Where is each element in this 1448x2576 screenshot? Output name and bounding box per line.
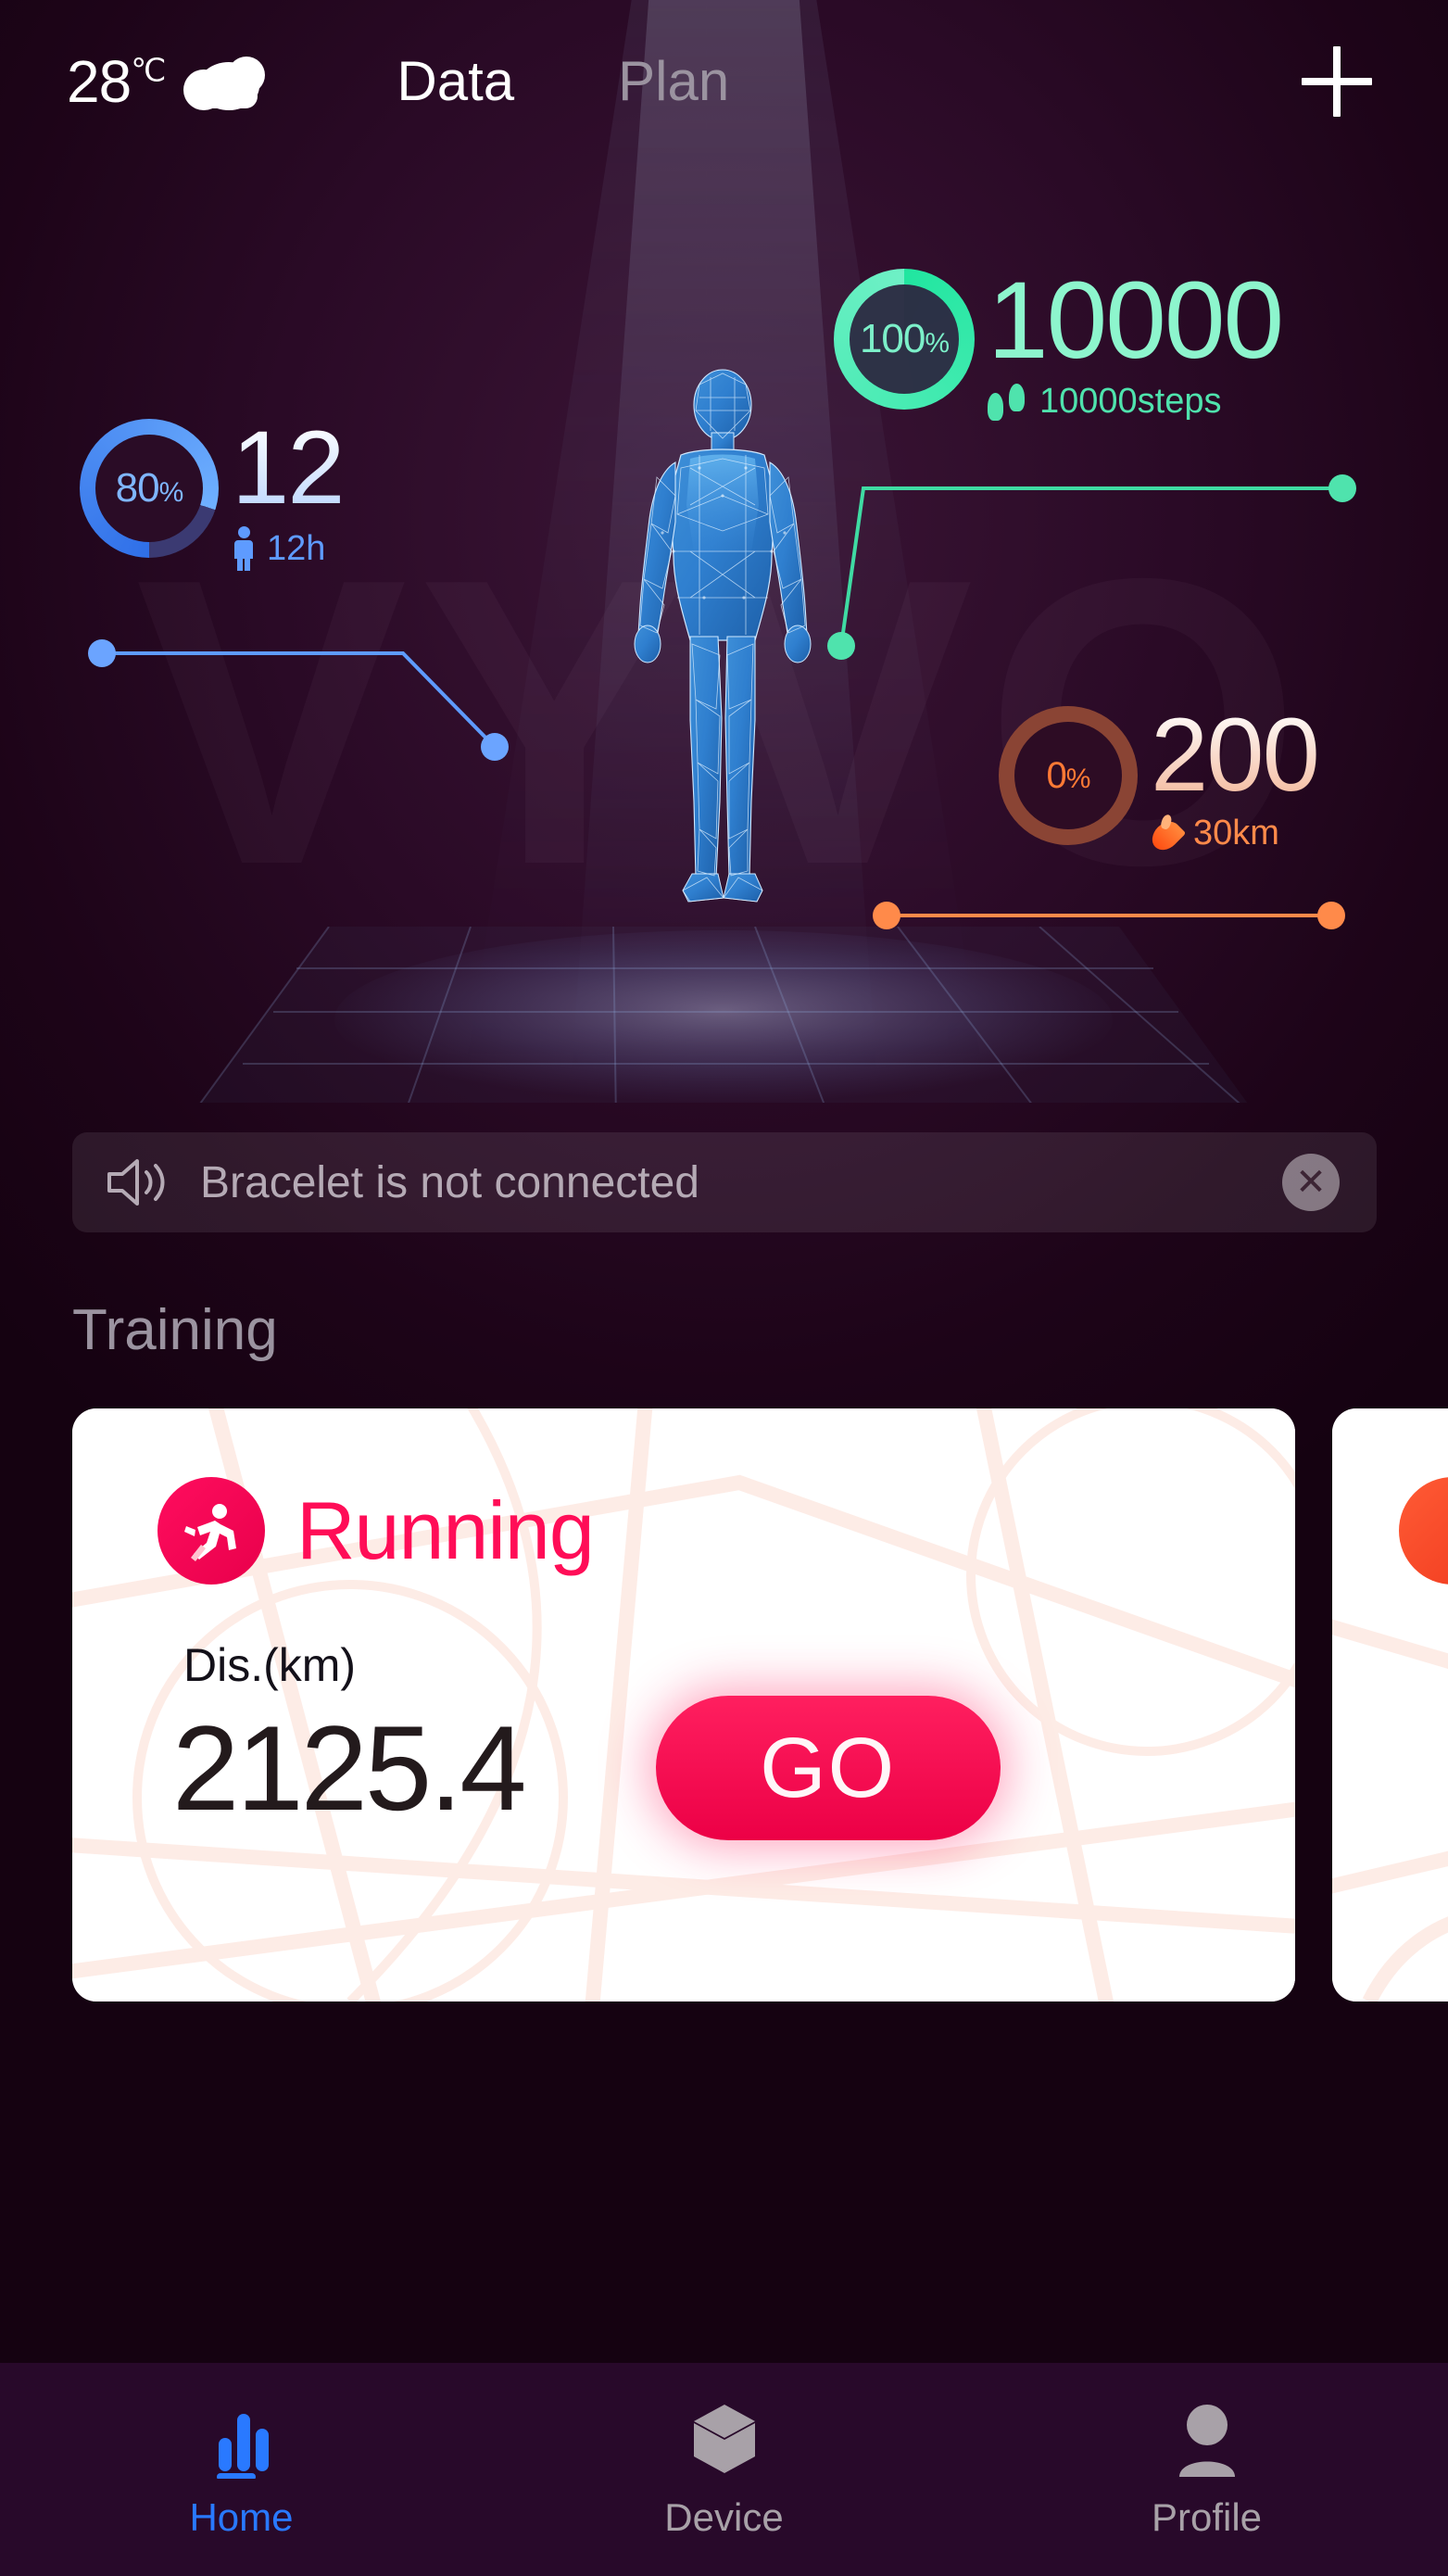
metric-sub-steps: 10000steps (988, 382, 1282, 422)
temperature-value: 28 (67, 47, 132, 115)
progress-ring-steps: 100% (834, 269, 975, 410)
nav-label-device: Device (664, 2495, 784, 2539)
go-button[interactable]: GO (655, 1696, 1001, 1840)
body-model-figure (634, 369, 812, 903)
top-bar: 28℃ Data Plan (0, 0, 1448, 162)
notification-banner: Bracelet is not connected ✕ (72, 1132, 1377, 1232)
metric-value-hours: 12 (232, 410, 346, 525)
nav-item-profile[interactable]: Profile (965, 2399, 1448, 2540)
training-cards: Running Dis.(km) 2125.4 GO (0, 1408, 1448, 2020)
speaker-icon (107, 1159, 165, 1206)
running-stat-row: 2125.4 GO (172, 1696, 1295, 1840)
top-tabs: Data Plan (397, 49, 729, 113)
metric-sub-hours: 12h (232, 526, 344, 572)
metric-values-steps: 10000 10000steps (988, 259, 1284, 422)
ring-percent-calories: 0% (1046, 754, 1091, 796)
running-icon (157, 1477, 265, 1585)
progress-ring-calories: 0% (999, 706, 1138, 845)
tab-plan[interactable]: Plan (618, 49, 729, 113)
bottom-navigation: Home Device Profile (0, 2363, 1448, 2576)
metric-value-calories: 200 (1151, 697, 1320, 813)
footprints-icon (988, 383, 1028, 421)
metric-sub-label-steps: 10000steps (1039, 382, 1222, 422)
weather-widget[interactable]: 28℃ (67, 47, 276, 116)
metric-calories[interactable]: 0% 200 30km (999, 697, 1320, 856)
metric-sub-label-calories: 30km (1193, 814, 1279, 853)
running-card-header: Running (157, 1408, 1295, 1585)
nav-label-profile: Profile (1151, 2495, 1263, 2539)
progress-ring-hours: 80% (80, 419, 219, 558)
running-stat-label: Dis.(km) (183, 1639, 357, 1691)
person-icon (1167, 2399, 1247, 2479)
metric-sub-label-hours: 12h (267, 528, 326, 568)
add-button[interactable] (1296, 41, 1378, 122)
cloud-icon (180, 51, 276, 112)
running-stat-value: 2125.4 (172, 1699, 527, 1836)
cube-icon (685, 2399, 764, 2479)
nav-item-home[interactable]: Home (0, 2399, 483, 2540)
training-card-next[interactable] (1332, 1408, 1448, 2001)
metric-steps[interactable]: 100% 10000 10000steps (834, 259, 1284, 422)
temperature-unit: ℃ (131, 53, 166, 89)
running-card-title: Running (296, 1484, 595, 1576)
section-title-training: Training (72, 1298, 278, 1362)
notification-message: Bracelet is not connected (200, 1157, 699, 1207)
training-card-running[interactable]: Running Dis.(km) 2125.4 GO (72, 1408, 1295, 2001)
metric-values-calories: 200 30km (1146, 697, 1320, 856)
ring-percent-hours: 80% (115, 465, 184, 511)
metric-values-hours: 12 12h (232, 410, 346, 572)
close-icon[interactable]: ✕ (1282, 1154, 1340, 1211)
nav-label-home: Home (189, 2495, 294, 2539)
temperature-readout: 28℃ (67, 47, 166, 116)
ring-percent-steps: 100% (859, 316, 950, 361)
person-icon (232, 526, 256, 572)
bar-chart-icon (202, 2399, 282, 2479)
nav-item-device[interactable]: Device (483, 2399, 965, 2540)
running-card-content: Running Dis.(km) 2125.4 GO (72, 1408, 1295, 2001)
app-root: VYVO (0, 0, 1448, 2576)
flame-icon (1146, 813, 1187, 856)
metric-active-hours[interactable]: 80% 12 12h (80, 410, 346, 572)
tab-data[interactable]: Data (397, 49, 514, 113)
metric-sub-calories: 30km (1146, 813, 1318, 856)
metric-value-steps: 10000 (988, 259, 1284, 382)
